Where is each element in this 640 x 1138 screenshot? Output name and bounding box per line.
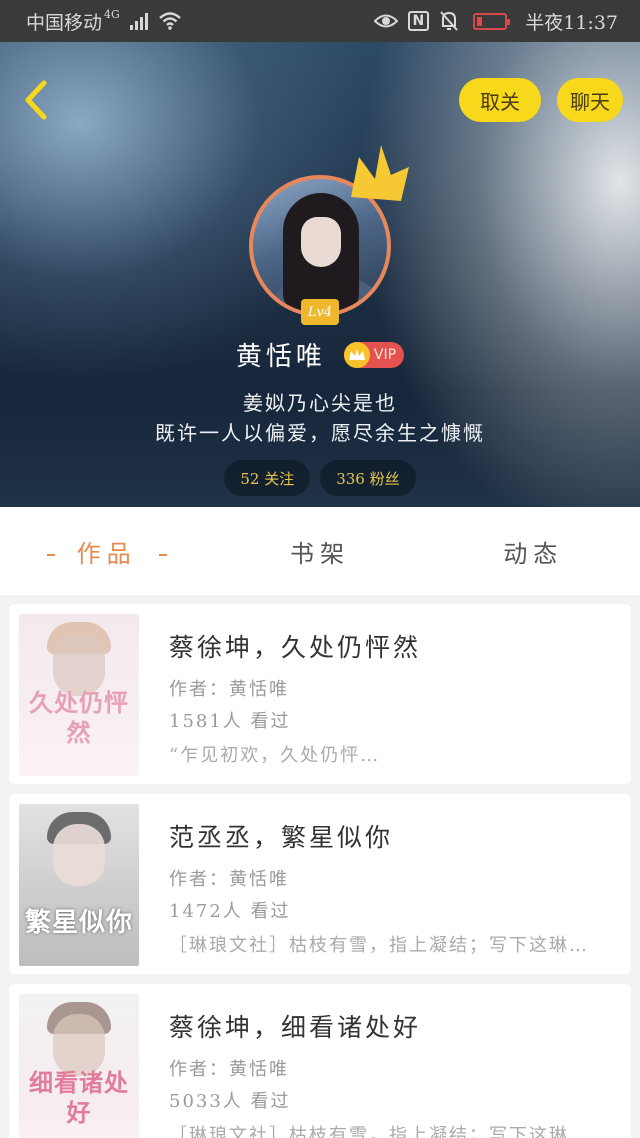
book-title: 蔡徐坤，细看诸处好 [169, 1013, 422, 1042]
book-views: 1581人 看过 [169, 711, 291, 732]
book-views: 5033人 看过 [169, 1091, 291, 1112]
bio-line: 既许一人以偏爱，愿尽余生之慷慨 [155, 421, 485, 445]
book-cover: 细看诸处好 [19, 994, 139, 1138]
stats-row: 52 关注 336 粉丝 [0, 460, 640, 496]
time-label: 半夜11:37 [525, 11, 618, 34]
wifi-icon [159, 12, 181, 30]
book-list: 久处仍怦然 蔡徐坤，久处仍怦然 作者：黄恬唯 1581人 看过 “乍见初欢，久处… [9, 604, 631, 1138]
book-cover: 久处仍怦然 [19, 614, 139, 776]
vip-crown-icon [343, 341, 370, 368]
tab-bookshelf[interactable]: 书架 [213, 534, 426, 569]
chat-button[interactable]: 聊天 [557, 78, 623, 122]
cover-title: 繁星似你 [24, 908, 133, 938]
book-author: 作者：黄恬唯 [169, 679, 289, 700]
name-row: 黄恬唯 VIP [0, 336, 640, 373]
network-type-label: 4G [104, 7, 120, 21]
book-author: 作者：黄恬唯 [169, 1059, 289, 1080]
tab-activity[interactable]: 动态 [427, 534, 640, 569]
book-cover: 繁星似你 [19, 804, 139, 966]
fans-count[interactable]: 336 粉丝 [320, 460, 416, 496]
bio: 姜姒乃心尖是也 既许一人以偏爱，愿尽余生之慷慨 [0, 388, 640, 448]
book-description: ［琳琅文社］枯枝有雪，指上凝结；写下这琳… [169, 935, 589, 956]
tab-bar: 作品 书架 动态 [0, 507, 640, 595]
vip-badge: VIP [343, 341, 405, 368]
book-views: 1472人 看过 [169, 901, 291, 922]
book-card[interactable]: 久处仍怦然 蔡徐坤，久处仍怦然 作者：黄恬唯 1581人 看过 “乍见初欢，久处… [9, 604, 631, 784]
cover-title: 久处仍怦然 [29, 688, 129, 747]
crown-icon [351, 145, 409, 201]
signal-icon [129, 12, 148, 30]
book-card[interactable]: 繁星似你 范丞丞，繁星似你 作者：黄恬唯 1472人 看过 ［琳琅文社］枯枝有雪… [9, 794, 631, 974]
tab-label: 动态 [503, 539, 564, 568]
book-description: “乍见初欢，久处仍怦… [169, 745, 381, 766]
battery-icon [473, 12, 511, 30]
tab-works[interactable]: 作品 [0, 534, 213, 569]
vip-label: VIP [373, 346, 397, 363]
eye-icon [373, 14, 398, 28]
tab-label: 书架 [289, 539, 350, 568]
username: 黄恬唯 [235, 342, 326, 372]
tab-label: 作品 [76, 539, 137, 568]
profile-header: 取关 聊天 Lv4 黄恬唯 VIP 姜姒乃心尖是也 既许一人以偏爱，愿尽余生之慷… [0, 42, 640, 507]
book-title: 范丞丞，繁星似你 [169, 823, 394, 852]
following-count[interactable]: 52 关注 [224, 460, 311, 496]
carrier-label: 中国移动 [26, 11, 103, 34]
book-author: 作者：黄恬唯 [169, 869, 289, 890]
book-title: 蔡徐坤，久处仍怦然 [169, 633, 422, 662]
book-card[interactable]: 细看诸处好 蔡徐坤，细看诸处好 作者：黄恬唯 5033人 看过 ［琳琅文社］枯枝… [9, 984, 631, 1138]
book-description: ［琳琅文社］枯枝有雪，指上凝结；写下这琳… [169, 1125, 589, 1138]
level-badge: Lv4 [301, 299, 339, 325]
nfc-icon: N [407, 11, 430, 31]
avatar[interactable]: Lv4 [249, 145, 409, 325]
unfollow-button[interactable]: 取关 [459, 78, 541, 122]
cover-title: 细看诸处好 [29, 1068, 129, 1127]
status-bar: 中国移动 4G N 半夜11:37 [0, 0, 640, 42]
back-button[interactable] [16, 76, 56, 124]
chevron-left-icon [25, 80, 47, 120]
bio-line: 姜姒乃心尖是也 [243, 391, 397, 415]
mute-icon [440, 11, 458, 31]
